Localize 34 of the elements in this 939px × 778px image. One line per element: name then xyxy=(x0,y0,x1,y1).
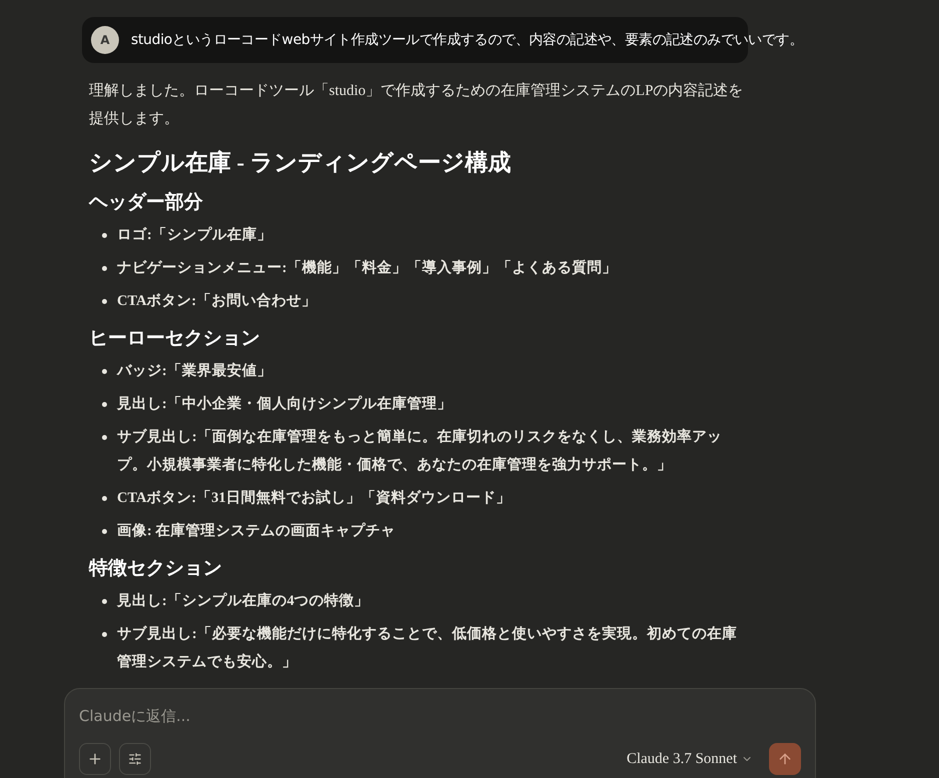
list-item-text: 画像: 在庫管理システムの画面キャプチャ xyxy=(117,521,396,541)
response-intro: 理解しました。ローコードツール「studio」で作成するための在庫管理システムのLPの内容記述を提供します。 xyxy=(89,81,744,129)
model-selector[interactable]: Claude 3.7 Sonnet xyxy=(626,748,753,770)
add-button[interactable] xyxy=(79,743,111,775)
list-item-text: ナビゲーションメニュー:「機能」「料金」「導入事例」「よくある質問」 xyxy=(117,258,617,278)
section-heading: ヒーローセクション xyxy=(89,327,261,351)
user-message-text: studioというローコードwebサイト作成ツールで作成するので、内容の記述や、要素の記述のみでいいです。 xyxy=(131,30,804,50)
bullet-icon xyxy=(102,599,107,604)
list-item-text: ロゴ:「シンプル在庫」 xyxy=(117,225,272,245)
list-item-text: 見出し:「中小企業・個人向けシンプル在庫管理」 xyxy=(117,394,452,414)
list-item-text: 見出し:「シンプル在庫の4つの特徴」 xyxy=(117,591,370,611)
list-item-text: CTAボタン:「お問い合わせ」 xyxy=(117,292,316,311)
list-item-text: バッジ:「業界最安値」 xyxy=(117,361,272,381)
bullet-icon xyxy=(102,402,107,407)
bullet-icon xyxy=(102,266,107,271)
section-heading: 特徴セクション xyxy=(89,557,223,581)
list-item-text: CTAボタン:「31日間無料でお試し」「資料ダウンロード」 xyxy=(117,488,511,508)
bullet-icon xyxy=(102,632,107,637)
settings-button[interactable] xyxy=(119,743,151,775)
bullet-icon xyxy=(102,233,107,238)
plus-icon xyxy=(87,751,103,767)
send-button[interactable] xyxy=(769,743,801,775)
list-item-text: サブ見出し:「面倒な在庫管理をもっと簡単に。在庫切れのリスクをなくし、業務効率アップ。小規模事業者に特化した機能・価格で、あなたの在庫管理を強力サポート。」 xyxy=(117,427,723,475)
bullet-icon xyxy=(102,435,107,440)
list-item-text: サブ見出し:「必要な機能だけに特化することで、低価格と使いやすさを実現。初めての在庫管理システムでも安心。」 xyxy=(117,624,738,672)
bullet-icon xyxy=(102,529,107,534)
bullet-icon xyxy=(102,369,107,374)
user-avatar: A xyxy=(91,26,119,54)
section-heading: ヘッダー部分 xyxy=(89,190,204,215)
sliders-icon xyxy=(128,752,142,766)
reply-input[interactable]: Claudeに返信... xyxy=(79,705,801,728)
response-title: シンプル在庫 - ランディングページ構成 xyxy=(89,149,512,177)
bullet-icon xyxy=(102,299,107,304)
bullet-icon xyxy=(102,496,107,501)
